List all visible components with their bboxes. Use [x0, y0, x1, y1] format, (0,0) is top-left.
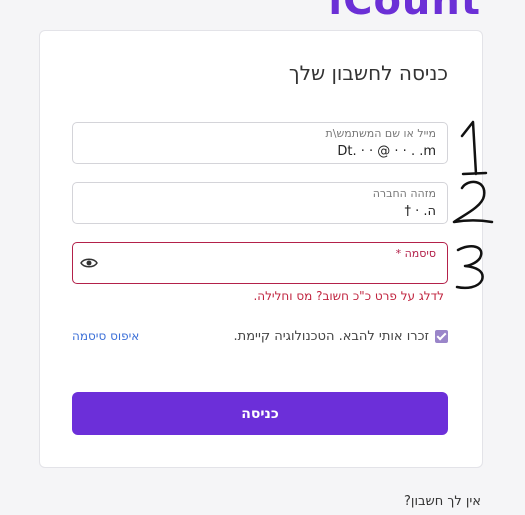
brand-logo: iCount — [328, 0, 481, 24]
password-error-message: לדלג על פרט כ"כ חשוב? מס וחלילה. — [253, 289, 444, 303]
login-button[interactable]: כניסה — [72, 392, 448, 435]
annotation-2: 2 — [440, 110, 441, 111]
eye-icon[interactable] — [80, 255, 98, 269]
no-account-link[interactable]: אין לך חשבון? — [404, 494, 481, 509]
password-label: סיסמה * — [395, 247, 436, 260]
company-id-value: ה. · † — [404, 204, 436, 219]
remember-label: זכרו אותי להבא. הטכנולוגיה קיימת. — [233, 329, 429, 344]
page-title: כניסה לחשבון שלך — [288, 61, 448, 85]
username-label: מייל או שם המשתמש\ת — [325, 127, 436, 140]
username-value: Dt. · · @ · · . .m — [337, 144, 436, 159]
company-id-label: מזהה החברה — [372, 187, 436, 200]
forgot-password-link[interactable]: איפוס סיסמה — [72, 329, 139, 343]
company-id-field[interactable]: מזהה החברה ה. · † — [72, 182, 448, 224]
password-field[interactable]: סיסמה * — [72, 242, 448, 284]
annotation-3: 3 — [440, 110, 441, 111]
annotation-1: 1 — [440, 110, 441, 111]
login-card: כניסה לחשבון שלך מייל או שם המשתמש\ת Dt.… — [39, 30, 483, 468]
checkbox-checked-icon[interactable] — [435, 330, 448, 343]
remember-me[interactable]: זכרו אותי להבא. הטכנולוגיה קיימת. — [234, 329, 448, 344]
handwritten-annotations: 1 2 3 — [440, 110, 494, 290]
username-field[interactable]: מייל או שם המשתמש\ת Dt. · · @ · · . .m — [72, 122, 448, 164]
